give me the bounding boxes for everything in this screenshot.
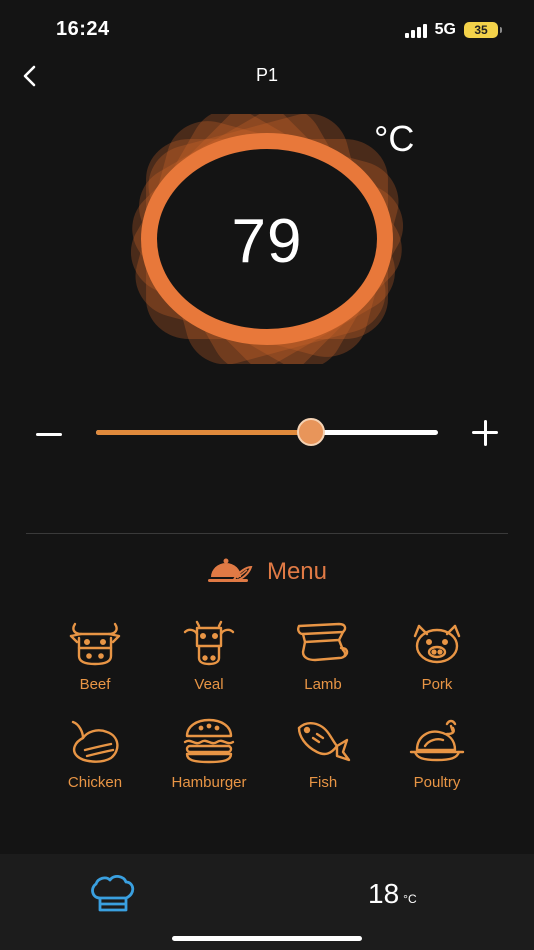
menu-label-chicken: Chicken xyxy=(67,774,123,791)
increase-button[interactable] xyxy=(470,418,500,448)
menu-title: Menu xyxy=(266,558,328,585)
beef-icon xyxy=(69,622,121,666)
menu-item-hamburger[interactable]: Hamburger xyxy=(152,714,266,812)
status-indicators: 5G 35 xyxy=(404,20,502,40)
decrease-button[interactable] xyxy=(34,420,64,450)
poultry-icon xyxy=(409,719,465,762)
menu-label-fish: Fish xyxy=(308,774,338,791)
menu-label-lamb: Lamb xyxy=(304,676,342,693)
menu-item-pork[interactable]: Pork xyxy=(380,616,494,714)
menu-label-beef: Beef xyxy=(79,676,111,693)
status-time: 16:24 xyxy=(56,18,110,40)
menu-label-poultry: Poultry xyxy=(413,774,461,791)
menu-item-fish[interactable]: Fish xyxy=(266,714,380,812)
fish-icon xyxy=(297,722,351,762)
slider-fill xyxy=(96,430,312,435)
veal-icon xyxy=(183,620,235,666)
bottom-bar: 18 °C xyxy=(0,854,534,950)
hamburger-icon xyxy=(183,718,235,764)
temperature-slider-row xyxy=(0,412,534,456)
temperature-slider[interactable] xyxy=(96,418,438,446)
lamb-icon xyxy=(297,622,349,662)
menu-label-pork: Pork xyxy=(421,676,453,693)
network-label: 5G xyxy=(434,21,456,38)
menu-item-veal[interactable]: Veal xyxy=(152,616,266,714)
temperature-value: 79 xyxy=(231,207,303,276)
home-indicator xyxy=(172,936,362,941)
menu-label-veal: Veal xyxy=(194,676,224,693)
menu-header: Menu xyxy=(0,552,534,592)
current-temperature: 18 °C xyxy=(368,878,417,910)
menu-item-beef[interactable]: Beef xyxy=(38,616,152,714)
chef-mode-button[interactable] xyxy=(88,874,140,918)
menu-label-hamburger: Hamburger xyxy=(171,774,247,791)
signal-icon xyxy=(404,22,427,38)
chef-hat-icon xyxy=(91,875,135,912)
slider-thumb[interactable] xyxy=(297,418,326,446)
cloche-icon xyxy=(207,558,253,582)
menu-item-chicken[interactable]: Chicken xyxy=(38,714,152,812)
page-title: P1 xyxy=(255,65,279,85)
pork-icon xyxy=(413,624,461,664)
chicken-icon xyxy=(71,720,119,763)
status-bar: 16:24 5G 35 xyxy=(0,0,534,58)
battery-icon: 35 xyxy=(464,22,502,38)
menu-item-lamb[interactable]: Lamb xyxy=(266,616,380,714)
meat-menu-grid: Beef Veal Lamb Pork Chicken Hamburger Fi… xyxy=(38,616,494,812)
temperature-gauge: 79 xyxy=(118,114,416,364)
current-temperature-value: 18 xyxy=(368,878,400,909)
unit-label: °C xyxy=(374,118,415,159)
current-temperature-unit: °C xyxy=(403,892,417,906)
menu-item-poultry[interactable]: Poultry xyxy=(380,714,494,812)
nav-bar: P1 xyxy=(0,56,534,96)
battery-level: 35 xyxy=(474,23,488,37)
divider xyxy=(26,533,508,534)
